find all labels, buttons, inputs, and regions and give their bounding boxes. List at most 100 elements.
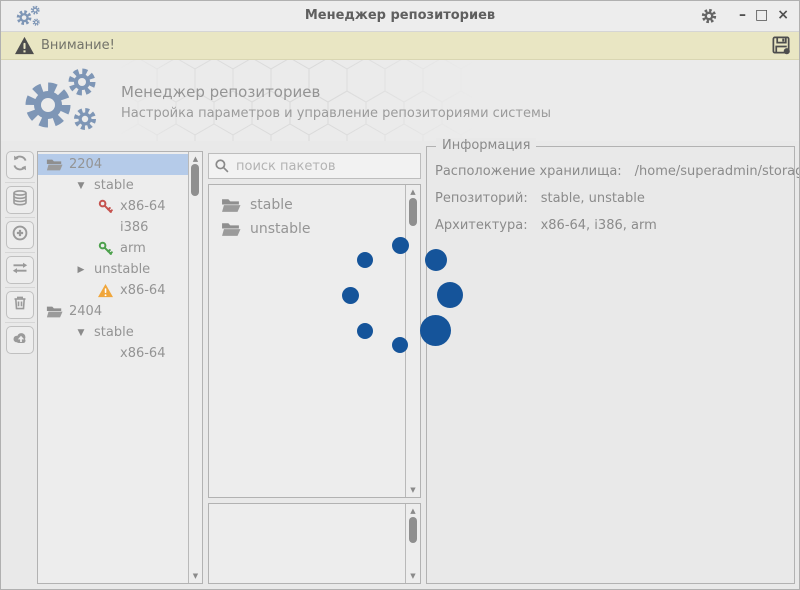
info-value: stable, unstable [540,191,645,206]
add-icon [11,224,29,246]
spinner-dot [420,315,451,346]
package-item-label: unstable [250,221,311,237]
caret-down-icon[interactable]: ▼ [75,328,87,338]
spinner-dot [437,282,463,308]
scroll-down-arrow-icon[interactable]: ▼ [406,571,420,581]
scroll-down-arrow-icon[interactable]: ▼ [189,571,202,581]
info-row-architecture: Архитектура: x86-64, i386, arm [435,218,788,245]
spinner-dot [357,323,373,339]
refresh-button[interactable] [5,151,34,179]
spinner-dot [342,287,359,304]
info-group: Информация Расположение хранилища: /home… [426,138,799,584]
tree-row-label: x86-64 [120,346,166,361]
header-banner: Менеджер репозиториев Настройка параметр… [1,60,799,141]
info-value: /home/superadmin/storages/2204 [634,164,799,179]
folder-icon [221,197,241,213]
tree-row-label: unstable [94,262,151,277]
key-red-icon [97,199,114,214]
scrollbar-thumb[interactable] [409,517,417,543]
scroll-up-arrow-icon[interactable]: ▲ [406,506,420,516]
tree-row-repo-stable[interactable]: ▼ stable [38,175,188,196]
window-title: Менеджер репозиториев [304,8,496,23]
tree-row-storage-2204[interactable]: 2204 [38,154,188,175]
caret-right-icon[interactable]: ▶ [75,265,87,275]
spinner-dot [392,337,408,353]
info-rows: Расположение хранилища: /home/superadmin… [435,164,799,245]
info-label: Архитектура: [435,218,528,233]
database-icon [11,189,29,211]
settings-gear-icon[interactable] [701,8,717,28]
toolbar-separator [4,252,35,253]
warning-icon [97,283,114,298]
tree-row-arch-x86-64[interactable]: x86-64 [38,196,188,217]
tree-row-label: 2204 [69,157,103,172]
package-item-unstable[interactable]: unstable [209,217,405,241]
app-window: Менеджер репозиториев – □ × Внимание! Ме… [0,0,800,590]
toolbar-separator [4,322,35,323]
tree-row-arch-x86-64-2404[interactable]: x86-64 [38,343,188,364]
storage-tree-panel: 2204 ▼ stable x86-64 i386 arm ▶ unstable… [37,151,203,584]
save-icon[interactable] [771,35,792,60]
trash-icon [11,294,29,316]
package-search [208,153,421,179]
tree-scrollbar[interactable]: ▲ ▼ [188,152,202,583]
minimize-button[interactable]: – [739,6,746,24]
package-item-label: stable [250,197,293,213]
info-row-storage-path: Расположение хранилища: /home/superadmin… [435,164,799,191]
tree-row-arch-arm[interactable]: arm [38,238,188,259]
scrollbar-thumb[interactable] [191,164,199,196]
side-toolbar [4,151,35,354]
package-list-panel: stable unstable ▲ ▼ [208,184,421,498]
tree-row-label: i386 [120,220,149,235]
transfer-button[interactable] [5,256,34,284]
info-label: Расположение хранилища: [435,164,622,179]
tree-row-repo-unstable[interactable]: ▶ unstable [38,259,188,280]
upload-button[interactable] [5,326,34,354]
folder-icon [46,157,63,172]
tree-row-storage-2404[interactable]: 2404 [38,301,188,322]
window-controls: – □ × [739,6,789,24]
maximize-button[interactable]: □ [755,6,768,24]
spinner-dot [425,249,447,271]
scroll-down-arrow-icon[interactable]: ▼ [406,485,420,495]
scroll-up-arrow-icon[interactable]: ▲ [189,154,202,164]
toolbar-separator [4,287,35,288]
scroll-up-arrow-icon[interactable]: ▲ [406,187,420,197]
tree-row-label: stable [94,178,134,193]
warning-bar: Внимание! [1,32,799,60]
info-legend: Информация [436,138,537,153]
database-button[interactable] [5,186,34,214]
toolbar-separator [4,217,35,218]
add-button[interactable] [5,221,34,249]
storage-tree: 2204 ▼ stable x86-64 i386 arm ▶ unstable… [38,154,188,364]
refresh-icon [11,154,29,176]
search-input[interactable] [208,153,421,179]
tree-row-repo-stable-2404[interactable]: ▼ stable [38,322,188,343]
app-logo-gears-icon [14,67,106,137]
tree-row-label: 2404 [69,304,103,319]
tree-row-label: stable [94,325,134,340]
info-value: x86-64, i386, arm [540,218,657,233]
info-label: Репозиторий: [435,191,528,206]
scrollbar-thumb[interactable] [409,198,417,226]
key-green-icon [97,241,114,256]
package-list: stable unstable [209,193,405,241]
spinner-dot [392,237,409,254]
caret-down-icon[interactable]: ▼ [75,181,87,191]
close-button[interactable]: × [777,6,789,24]
detail-scrollbar[interactable]: ▲ ▼ [405,504,420,583]
page-title: Менеджер репозиториев [121,83,321,101]
transfer-icon [11,259,29,281]
warning-triangle-icon [14,36,35,59]
delete-button[interactable] [5,291,34,319]
package-item-stable[interactable]: stable [209,193,405,217]
tree-row-arch-x86-64-warning[interactable]: x86-64 [38,280,188,301]
folder-icon [46,304,63,319]
spinner-dot [357,252,373,268]
tree-row-label: x86-64 [120,283,166,298]
folder-icon [221,221,241,237]
tree-row-label: x86-64 [120,199,166,214]
toolbar-separator [4,182,35,183]
tree-row-arch-i386[interactable]: i386 [38,217,188,238]
info-row-repository: Репозиторий: stable, unstable [435,191,788,218]
